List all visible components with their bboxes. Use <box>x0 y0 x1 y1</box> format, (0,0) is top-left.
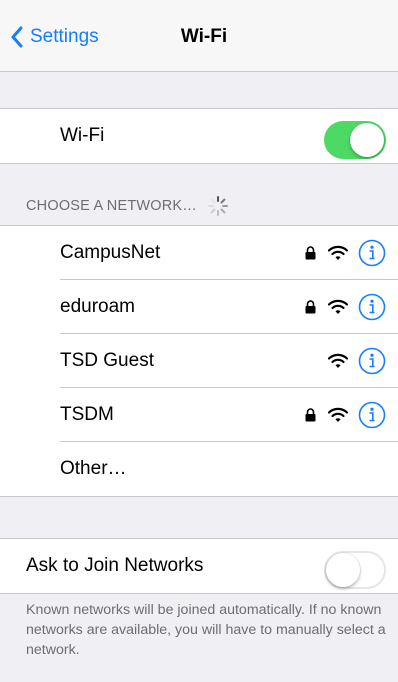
network-name: CampusNet <box>60 242 161 263</box>
network-row[interactable]: TSD Guest <box>0 334 398 388</box>
network-status-icons <box>305 388 386 442</box>
toggle-knob <box>326 553 360 587</box>
networks-header-label: CHOOSE A NETWORK… <box>26 198 197 214</box>
info-icon[interactable] <box>358 401 386 429</box>
toggle-knob <box>350 123 384 157</box>
ask-to-join-label: Ask to Join Networks <box>26 555 204 576</box>
network-row[interactable]: TSDM <box>0 388 398 442</box>
ask-to-join-row: Ask to Join Networks <box>0 539 398 593</box>
footer-note: Known networks will be joined automatica… <box>26 602 386 658</box>
info-icon[interactable] <box>358 293 386 321</box>
wifi-signal-icon <box>328 299 348 314</box>
network-name: TSD Guest <box>60 350 154 371</box>
network-status-icons <box>305 280 386 334</box>
network-name: TSDM <box>60 404 114 425</box>
wifi-signal-icon <box>328 245 348 260</box>
network-status-icons <box>305 226 386 280</box>
wifi-signal-icon <box>328 353 348 368</box>
wifi-label: Wi-Fi <box>60 125 105 146</box>
info-icon[interactable] <box>358 239 386 267</box>
other-network-label: Other… <box>60 458 127 479</box>
wifi-toggle-group: Wi-Fi <box>0 108 398 164</box>
wifi-row: Wi-Fi <box>0 109 398 163</box>
other-network-row[interactable]: Other… <box>0 442 398 496</box>
lock-icon <box>305 300 316 314</box>
wifi-signal-icon <box>328 407 348 422</box>
lock-icon <box>305 246 316 260</box>
lock-icon <box>305 408 316 422</box>
ask-to-join-group: Ask to Join Networks <box>0 538 398 594</box>
ask-to-join-toggle[interactable] <box>324 551 386 589</box>
info-icon[interactable] <box>358 347 386 375</box>
section-header: CHOOSE A NETWORK… <box>26 194 229 218</box>
navigation-bar: Settings Wi-Fi <box>0 0 398 72</box>
page-title: Wi-Fi <box>180 26 228 47</box>
network-row[interactable]: eduroam <box>0 280 398 334</box>
wifi-toggle[interactable] <box>324 121 386 159</box>
network-status-icons <box>328 334 386 388</box>
network-name: eduroam <box>60 296 135 317</box>
network-row[interactable]: CampusNet <box>0 226 398 280</box>
networks-list: CampusNet eduroam TSD Guest TSDM Other… <box>0 225 398 497</box>
loading-spinner-icon <box>207 196 228 216</box>
